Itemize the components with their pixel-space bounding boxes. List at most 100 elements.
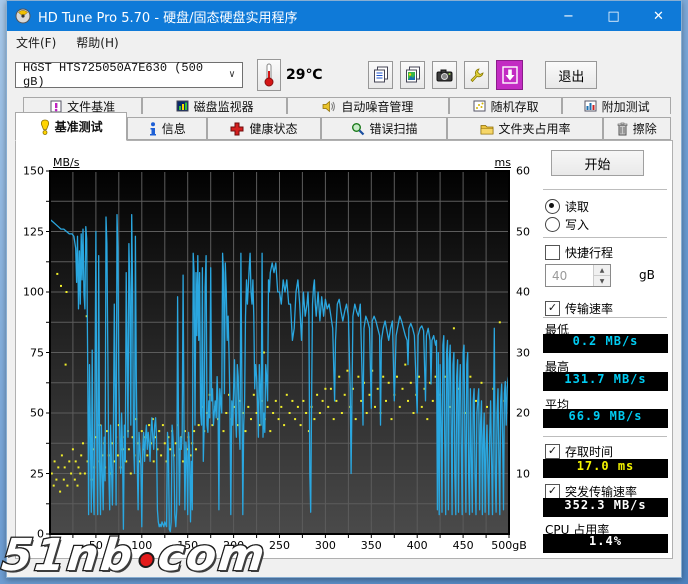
tab-random-access[interactable]: 随机存取 [449,97,563,114]
copy-image-button[interactable] [400,61,425,89]
close-button[interactable]: ✕ [636,1,681,31]
title-bar: HD Tune Pro 5.70 - 硬盘/固态硬盘实用程序 − □ ✕ [7,1,681,31]
read-radio[interactable] [545,199,560,214]
watermark-text: com [155,530,269,581]
burst-rate-display: 352.3 MB/s [543,498,668,517]
tab-erase[interactable]: 擦除 [603,117,671,140]
capacity-unit: gB [639,268,655,282]
watermark: 51nbcom [0,530,269,581]
tab-health[interactable]: 健康状态 [207,117,320,140]
tab-extra-tests[interactable]: 附加测试 [562,97,671,114]
right-axis-tick: 10 [516,467,530,480]
wrench-icon [468,67,485,84]
start-button-label: 开始 [584,154,610,173]
health-cross-icon [230,122,244,136]
tab-noise-management[interactable]: 自动噪音管理 [287,97,449,114]
left-axis-tick: 150 [23,165,44,178]
right-axis-tick: 30 [516,346,530,359]
capacity-value: 40 [546,265,593,286]
short-stroke-label: 快捷行程 [565,244,613,261]
temperature-value: 29℃ [286,67,322,83]
minimize-button[interactable]: − [546,1,591,31]
tab-disk-monitor[interactable]: 磁盘监视器 [142,97,287,114]
screenshot-button[interactable] [432,61,457,89]
copy-text-button[interactable] [368,61,393,89]
start-button[interactable]: 开始 [551,150,644,176]
x-axis-tick: 300 [315,539,336,552]
access-time-label: 存取时间 [565,443,613,460]
menu-help[interactable]: 帮助(H) [76,34,118,51]
right-axis-tick: 60 [516,165,530,178]
separator [543,237,667,238]
tab-label: 擦除 [633,120,657,137]
options-button[interactable] [464,61,489,89]
tab-label: 随机存取 [491,98,539,115]
drive-select-value: HGST HTS725050A7E630 (500 gB) [23,61,229,89]
short-stroke-checkbox[interactable] [545,245,560,260]
menu-file[interactable]: 文件(F) [16,34,56,51]
app-icon [15,8,31,24]
exit-button[interactable]: 退出 [545,61,597,89]
magnifier-icon [351,122,365,136]
min-value-display: 0.2 MB/s [543,334,668,353]
x-axis-tick: 350 [361,539,382,552]
access-time-checkbox[interactable]: ✓ [545,444,560,459]
x-axis-tick: 500gB [491,539,527,552]
transfer-rate-row[interactable]: ✓ 传输速率 [545,300,613,317]
transfer-rate-checkbox[interactable]: ✓ [545,301,560,316]
tab-label: 信息 [162,120,186,137]
tab-benchmark[interactable]: 基准测试 [15,112,127,141]
tab-info[interactable]: 信息 [127,117,207,140]
benchmark-side-panel: 开始 读取 写入 快捷行程 40 ▲ ▼ [543,141,670,558]
tab-row-primary: 基准测试 信息 健康状态 错误扫描 [7,114,681,140]
tab-folder-usage[interactable]: 文件夹占用率 [447,117,602,140]
x-axis-tick: 250 [269,539,290,552]
tab-label: 自动噪音管理 [341,98,413,115]
access-time-display: 17.0 ms [543,459,668,478]
exit-button-label: 退出 [558,66,584,85]
transfer-rate-label: 传输速率 [565,300,613,317]
separator [543,317,667,318]
tab-label: 健康状态 [249,120,297,137]
tab-error-scan[interactable]: 错误扫描 [321,117,448,140]
left-axis-tick: 75 [30,346,44,359]
stepper-up-icon[interactable]: ▲ [594,265,610,276]
left-axis-tick: 50 [30,407,44,420]
burst-rate-checkbox[interactable]: ✓ [545,484,560,499]
drive-select[interactable]: HGST HTS725050A7E630 (500 gB) ∨ [15,62,243,88]
extra-tests-icon [584,100,597,112]
file-benchmark-icon [50,100,62,113]
tab-label: 错误扫描 [370,120,418,137]
copy-text-icon [373,66,389,84]
menu-bar: 文件(F) 帮助(H) [7,31,681,53]
read-radio-row[interactable]: 读取 [545,198,589,215]
right-axis-tick: 20 [516,407,530,420]
save-screenshot-button[interactable] [496,60,523,90]
right-axis-tick: 40 [516,286,530,299]
info-icon [149,122,157,136]
stepper-down-icon[interactable]: ▼ [594,276,610,286]
random-access-icon [473,100,486,112]
toolbar: HGST HTS725050A7E630 (500 gB) ∨ 29℃ [7,53,681,97]
trash-icon [617,122,628,136]
left-axis-tick: 25 [30,467,44,480]
benchmark-chart: MB/s ms 15012510075502506050403020100501… [50,171,509,534]
tab-label: 附加测试 [602,98,650,115]
camera-icon [436,69,453,82]
capacity-stepper[interactable]: 40 ▲ ▼ [545,264,611,287]
access-time-row[interactable]: ✓ 存取时间 [545,443,613,460]
stepper-arrows[interactable]: ▲ ▼ [593,265,610,286]
watermark-dot [138,552,156,568]
write-radio-row[interactable]: 写入 [545,216,589,233]
chevron-down-icon: ∨ [229,69,235,81]
temperature-button[interactable] [257,59,281,91]
short-stroke-row[interactable]: 快捷行程 [545,244,613,261]
maximize-button[interactable]: □ [591,1,636,31]
tab-label: 文件夹占用率 [499,120,571,137]
x-axis-tick: 400 [407,539,428,552]
left-axis-unit: MB/s [53,156,79,169]
avg-value-display: 66.9 MB/s [543,409,668,428]
write-radio[interactable] [545,217,560,232]
tab-label: 磁盘监视器 [194,98,254,115]
right-axis-tick: 50 [516,225,530,238]
